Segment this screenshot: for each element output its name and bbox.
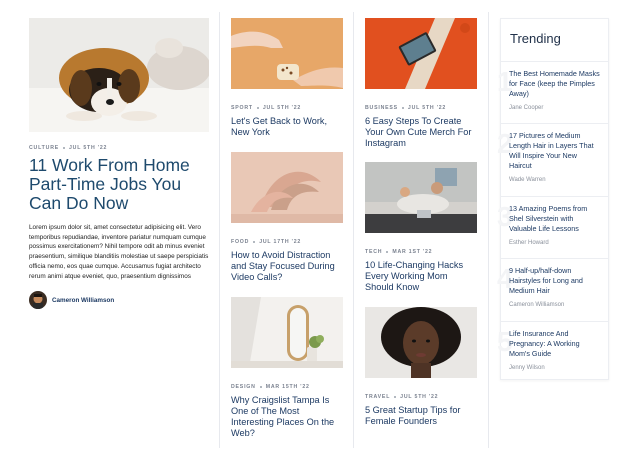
mirror-room-illustration [231,297,343,368]
date-label: MAR 15TH '22 [265,384,310,390]
date-label: MAR 1ST '22 [392,249,433,255]
article-title[interactable]: 10 Life-Changing Hacks Every Working Mom… [365,260,477,293]
category-label[interactable]: BUSINESS [365,105,398,111]
meta-separator [386,250,389,253]
avatar [29,291,47,310]
trending-title[interactable]: The Best Homemade Masks for Face (keep t… [509,69,600,99]
meta-separator [63,146,65,149]
featured-image[interactable] [29,18,209,132]
article-image[interactable] [231,18,343,89]
featured-excerpt: Lorem ipsum dolor sit, amet consectetur … [29,224,209,280]
column-divider [488,12,489,448]
column-divider [353,12,354,448]
article-column-2: SPORT JUL 5TH '22 Let's Get Back to Work,… [231,0,343,439]
author-name[interactable]: Cameron Williamson [52,297,114,304]
article-column-3: BUSINESS JUL 5TH '22 6 Easy Steps To Crea… [365,0,477,427]
trending-sidebar: Trending 1 The Best Homemade Masks for F… [497,18,609,380]
meta-separator [401,106,404,109]
article-title[interactable]: Why Craigslist Tampa Is One of The Most … [231,395,343,439]
date-label: JUL 5TH '22 [262,105,302,111]
article-title[interactable]: Let's Get Back to Work, New York [231,116,343,138]
category-label[interactable]: SPORT [231,105,253,111]
tablet-orange-illustration [365,18,477,89]
trending-heading: Trending [501,19,608,62]
trending-title[interactable]: 9 Half-up/half-down Hairstyles for Long … [509,266,600,296]
date-label: JUL 5TH '22 [407,105,447,111]
trending-author[interactable]: Cameron Williamson [509,302,600,308]
article-image[interactable] [365,162,477,233]
trending-author[interactable]: Esther Howard [509,240,600,246]
trending-item[interactable]: 3 13 Amazing Poems from Shel Silverstein… [497,197,608,259]
hands-cookie-illustration [231,18,343,89]
featured-article: CULTURE JUL 5TH '22 11 Work From Home Par… [29,0,209,310]
trending-title[interactable]: 17 Pictures of Medium Length Hair in Lay… [509,131,600,171]
article-image[interactable] [231,297,343,368]
category-label[interactable]: TECH [365,249,382,255]
dog-photo-illustration [29,18,209,132]
woman-portrait-illustration [365,307,477,378]
meta-separator [259,385,262,388]
article-meta: TRAVEL JUL 5TH '22 [365,394,477,400]
trending-title[interactable]: Life Insurance And Pregnancy: A Working … [509,329,600,359]
trending-item[interactable]: 5 Life Insurance And Pregnancy: A Workin… [497,322,608,380]
featured-meta: CULTURE JUL 5TH '22 [29,145,209,151]
date-label: JUL 5TH '22 [400,394,439,400]
trending-author[interactable]: Jane Cooper [509,105,600,111]
date-label: JUL 17TH '22 [259,239,302,245]
trending-item[interactable]: 4 9 Half-up/half-down Hairstyles for Lon… [497,259,608,322]
date-label: JUL 5TH '22 [69,145,108,151]
article-meta: SPORT JUL 5TH '22 [231,105,343,111]
trending-author[interactable]: Wade Warren [509,177,600,183]
article-title[interactable]: 5 Great Startup Tips for Female Founders [365,405,477,427]
working-mom-illustration [365,162,477,233]
category-label[interactable]: TRAVEL [365,394,390,400]
article-meta: BUSINESS JUL 5TH '22 [365,105,477,111]
article-title[interactable]: How to Avoid Distraction and Stay Focuse… [231,250,343,283]
trending-author[interactable]: Jenny Wilson [509,365,600,371]
trending-item[interactable]: 1 The Best Homemade Masks for Face (keep… [497,62,608,124]
meta-separator [394,395,397,398]
article-image[interactable] [231,152,343,223]
article-meta: DESIGN MAR 15TH '22 [231,384,343,390]
meta-separator [256,106,259,109]
article-meta: TECH MAR 1ST '22 [365,249,477,255]
category-label[interactable]: FOOD [231,239,249,245]
column-divider [219,12,220,448]
article-image[interactable] [365,18,477,89]
trending-item[interactable]: 2 17 Pictures of Medium Length Hair in L… [497,124,608,197]
paper-swirl-illustration [231,152,343,223]
article-meta: FOOD JUL 17TH '22 [231,239,343,245]
category-label[interactable]: CULTURE [29,145,59,151]
avatar-image [29,291,47,310]
trending-title[interactable]: 13 Amazing Poems from Shel Silverstein w… [509,204,600,234]
category-label[interactable]: DESIGN [231,384,256,390]
author-block[interactable]: Cameron Williamson [29,291,209,310]
featured-title[interactable]: 11 Work From Home Part-Time Jobs You Can… [29,156,209,213]
article-image[interactable] [365,307,477,378]
article-title[interactable]: 6 Easy Steps To Create Your Own Cute Mer… [365,116,477,149]
meta-separator [253,240,256,243]
